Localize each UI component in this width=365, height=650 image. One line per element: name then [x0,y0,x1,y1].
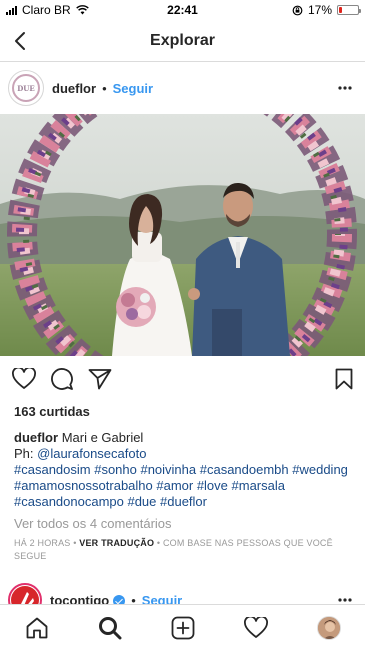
tab-activity[interactable] [236,608,276,648]
heart-icon[interactable] [12,368,36,390]
back-button[interactable] [8,28,32,54]
photographer-mention[interactable]: @laurafonsecafoto [37,446,146,461]
likes-count[interactable]: 163 curtidas [0,404,365,420]
post-header: DUE dueflor • Seguir [0,62,365,114]
status-bar: Claro BR 22:41 17% [0,0,365,20]
add-icon [171,616,194,639]
share-icon[interactable] [88,368,112,390]
wifi-icon [75,5,89,15]
meta-separator: • [73,538,77,548]
post-meta: HÁ 2 HORAS • VER TRADUÇÃO • COM BASE NAS… [0,537,365,563]
search-icon [98,616,121,639]
nav-header: Explorar [0,20,365,62]
more-options-button[interactable] [333,76,357,100]
profile-avatar [316,615,341,640]
more-icon [338,86,352,90]
comment-icon[interactable] [50,367,74,391]
wedding-photo [0,114,365,356]
bottom-tab-bar [0,604,365,650]
page-title: Explorar [150,31,215,49]
tab-home[interactable] [17,608,57,648]
battery-percent: 17% [307,3,332,17]
avatar[interactable]: DUE [8,70,44,106]
caption-text: Mari e Gabriel [61,430,144,445]
post-image[interactable] [0,114,365,356]
back-icon [15,32,25,50]
avatar-logo: DUE [12,74,40,102]
caption-username[interactable]: dueflor [14,430,58,445]
signal-icon [6,5,17,15]
tab-search[interactable] [90,608,130,648]
rotation-lock-icon [292,5,303,15]
post-caption: dueflor Mari e Gabriel Ph: @laurafonseca… [0,430,365,510]
caption-ph-prefix: Ph: [14,446,38,461]
translate-button[interactable]: VER TRADUÇÃO [79,538,154,548]
caption-hashtags[interactable]: #casandosim #sonho #noivinha #casandoemb… [14,462,348,509]
carrier-label: Claro BR [22,3,71,17]
meta-separator-2: • [156,538,161,548]
activity-icon [243,616,268,638]
view-comments-link[interactable]: Ver todos os 4 comentários [0,516,365,532]
home-icon [26,617,47,638]
post-time: HÁ 2 HORAS [14,538,71,548]
follow-button[interactable]: Seguir [113,81,153,96]
tab-profile[interactable] [309,608,349,648]
more-icon [338,598,352,602]
bookmark-icon[interactable] [335,368,353,390]
post-actions [0,356,365,402]
tab-add[interactable] [163,608,203,648]
separator: • [102,80,107,96]
battery-icon [337,5,361,15]
post-username[interactable]: dueflor [52,81,96,96]
